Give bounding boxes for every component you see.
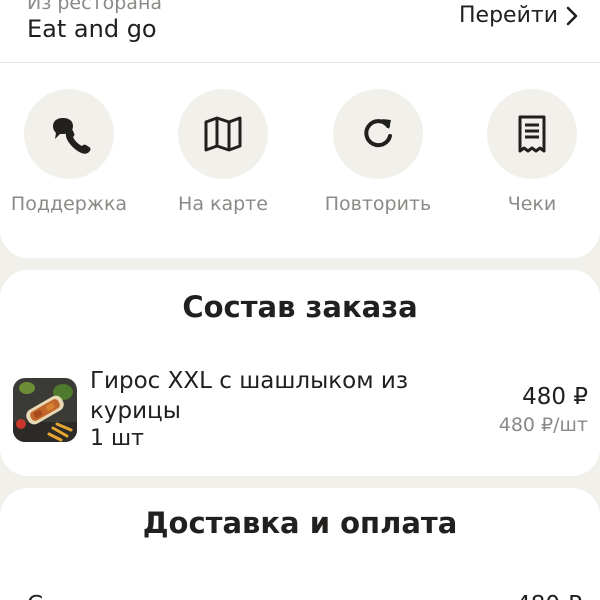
item-unit-price: 480 ₽/шт [498, 414, 588, 436]
receipts-button[interactable]: Чеки [456, 89, 600, 215]
repeat-label: Повторить [324, 193, 432, 215]
chat-phone-icon [53, 118, 91, 154]
receipt-icon-circle [487, 89, 577, 179]
order-details-screen: Из ресторана Eat and go Перейти Поддержк… [0, 0, 600, 600]
map-icon [204, 116, 242, 152]
repeat-icon-circle [333, 89, 423, 179]
support-button[interactable]: Поддержка [0, 89, 145, 215]
restaurant-card: Из ресторана Eat and go Перейти Поддержк… [0, 0, 600, 258]
receipt-icon [518, 115, 546, 153]
repeat-icon [364, 119, 392, 148]
repeat-button[interactable]: Повторить [302, 89, 454, 215]
support-label: Поддержка [10, 193, 128, 215]
from-restaurant-label: Из ресторана [27, 0, 163, 14]
gyros-image [13, 378, 77, 442]
item-price: 480 ₽ [522, 384, 588, 410]
support-icon-circle [24, 89, 114, 179]
item-quantity: 1 шт [90, 426, 144, 451]
delivery-payment-card: Доставка и оплата [0, 488, 600, 600]
map-icon-circle [178, 89, 268, 179]
order-composition-title: Состав заказа [182, 290, 418, 324]
map-button[interactable]: На карте [147, 89, 299, 215]
delivery-row-label: С [27, 592, 43, 600]
goto-label: Перейти [459, 3, 558, 28]
item-name: Гирос XXL с шашлыком из курицы [90, 368, 409, 424]
item-thumbnail[interactable] [13, 378, 77, 442]
goto-restaurant-link[interactable]: Перейти [459, 3, 578, 28]
delivery-payment-title: Доставка и оплата [142, 506, 458, 540]
map-label: На карте [178, 193, 268, 215]
restaurant-name: Eat and go [27, 15, 157, 43]
receipts-label: Чеки [507, 193, 557, 215]
delivery-row-value: 480 ₽ [516, 592, 582, 600]
divider [0, 62, 600, 63]
chevron-right-icon [566, 6, 578, 25]
